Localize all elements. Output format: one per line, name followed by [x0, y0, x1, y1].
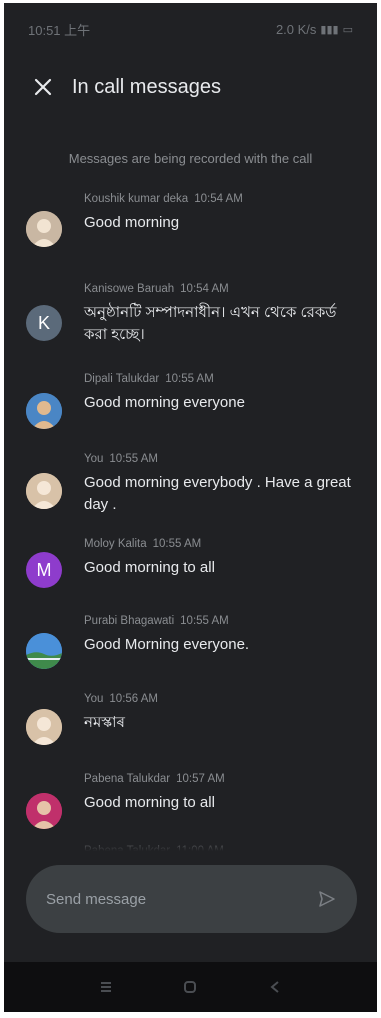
status-left: 10:51 上午	[28, 20, 90, 39]
back-icon[interactable]	[263, 975, 287, 999]
message-meta: Moloy Kalita 10:55 AM	[84, 538, 357, 550]
message-text: Good morning everyone	[84, 394, 245, 411]
avatar: M	[26, 552, 62, 588]
sender-name: Purabi Bhagawati	[84, 615, 175, 627]
message-text: নমস্কাৰ	[84, 714, 125, 731]
message-text: Good morning to all	[84, 559, 215, 576]
message-text: Good Morning everyone.	[84, 636, 250, 653]
list-fade	[4, 837, 377, 851]
sender-name: Pabena Talukdar	[84, 773, 171, 785]
battery-icon: ▭	[342, 23, 353, 36]
message-time: 10:55 AM	[152, 538, 202, 550]
message-list[interactable]: Koushik kumar deka 10:54 AM Good morning K K…	[4, 183, 377, 851]
message-text: Good morning to all	[84, 794, 215, 811]
status-bar: 10:51 上午 2.0 K/s ▮▮▮ ▭	[4, 3, 377, 55]
message-time: 10:57 AM	[176, 773, 225, 785]
status-right: 2.0 K/s ▮▮▮ ▭	[276, 22, 353, 37]
message-body: Koushik kumar deka 10:54 AM Good morning	[84, 193, 357, 234]
sender-name: You	[84, 453, 104, 465]
message-meta: You 10:55 AM	[84, 453, 357, 465]
landscape-image	[26, 633, 62, 669]
message-meta: Purabi Bhagawati 10:55 AM	[84, 615, 357, 627]
message-body: Dipali Talukdar 10:55 AM Good morning ever…	[84, 373, 357, 414]
message-meta: Pabena Talukdar 10:57 AM	[84, 773, 357, 785]
message-time: 10:54 AM	[194, 193, 243, 205]
signal-icon: ▮▮▮	[320, 23, 339, 36]
avatar	[26, 709, 62, 745]
sender-name: You	[84, 693, 104, 705]
page-title: In call messages	[72, 75, 221, 98]
person-photo	[26, 709, 62, 745]
avatar	[26, 393, 62, 429]
network-speed: 2.0 K/s	[275, 21, 317, 37]
sender-name: Dipali Talukdar	[84, 373, 160, 385]
header: In call messages	[4, 63, 377, 111]
person-photo	[26, 393, 62, 429]
status-time: 10:51 上午	[28, 22, 91, 38]
avatar-letter: M	[36, 559, 52, 580]
message-time: 10:55 AM	[165, 373, 214, 385]
message-meta: Dipali Talukdar 10:55 AM	[84, 373, 357, 385]
message-body: Purabi Bhagawati 10:55 AM Good Morning eve…	[84, 615, 357, 656]
person-photo	[26, 793, 62, 829]
avatar	[26, 473, 62, 509]
message-body: You 10:56 AM নমস্কাৰ	[84, 693, 357, 734]
sender-name: Kanisowe Baruah	[84, 283, 175, 295]
message-composer	[26, 865, 357, 933]
message-time: 10:56 AM	[109, 693, 158, 705]
recording-notice: Messages are being recorded with the cal…	[68, 151, 313, 166]
avatar	[26, 211, 62, 247]
avatar: K	[26, 305, 62, 341]
avatar	[26, 633, 62, 669]
message-text: Good morning	[84, 214, 180, 231]
recents-icon[interactable]	[94, 975, 118, 999]
person-photo	[26, 211, 62, 247]
navigation-bar	[4, 962, 377, 1012]
send-icon[interactable]	[315, 887, 339, 911]
message-body: Moloy Kalita 10:55 AM Good morning to all	[84, 538, 357, 579]
send-message-input[interactable]	[44, 889, 315, 909]
person-photo	[26, 473, 62, 509]
message-meta: Koushik kumar deka 10:54 AM	[84, 193, 357, 205]
message-text: Good morning everybody . Have a great da…	[84, 474, 351, 513]
message-body: You 10:55 AM Good morning everybody . Have…	[84, 453, 357, 516]
avatar-letter: K	[37, 312, 50, 333]
sender-name: Moloy Kalita	[84, 538, 147, 550]
message-time: 10:54 AM	[180, 283, 229, 295]
home-icon[interactable]	[178, 975, 202, 999]
message-body: Kanisowe Baruah 10:54 AM অনুষ্ঠানটি সম্পাদ…	[84, 283, 357, 346]
close-icon[interactable]	[32, 76, 54, 98]
message-time: 10:55 AM	[109, 453, 158, 465]
message-meta: Kanisowe Baruah 10:54 AM	[84, 283, 357, 295]
message-text: অনুষ্ঠানটি সম্পাদনাধীন। এখন থেকে রেকর্ড …	[84, 304, 337, 343]
avatar	[26, 793, 62, 829]
message-time: 10:55 AM	[180, 615, 229, 627]
in-call-messages-screen: 10:51 上午 2.0 K/s ▮▮▮ ▭ In call messages …	[4, 3, 377, 1012]
message-meta: You 10:56 AM	[84, 693, 357, 705]
message-body: Pabena Talukdar 10:57 AM Good morning to a…	[84, 773, 357, 814]
sender-name: Koushik kumar deka	[84, 193, 189, 205]
